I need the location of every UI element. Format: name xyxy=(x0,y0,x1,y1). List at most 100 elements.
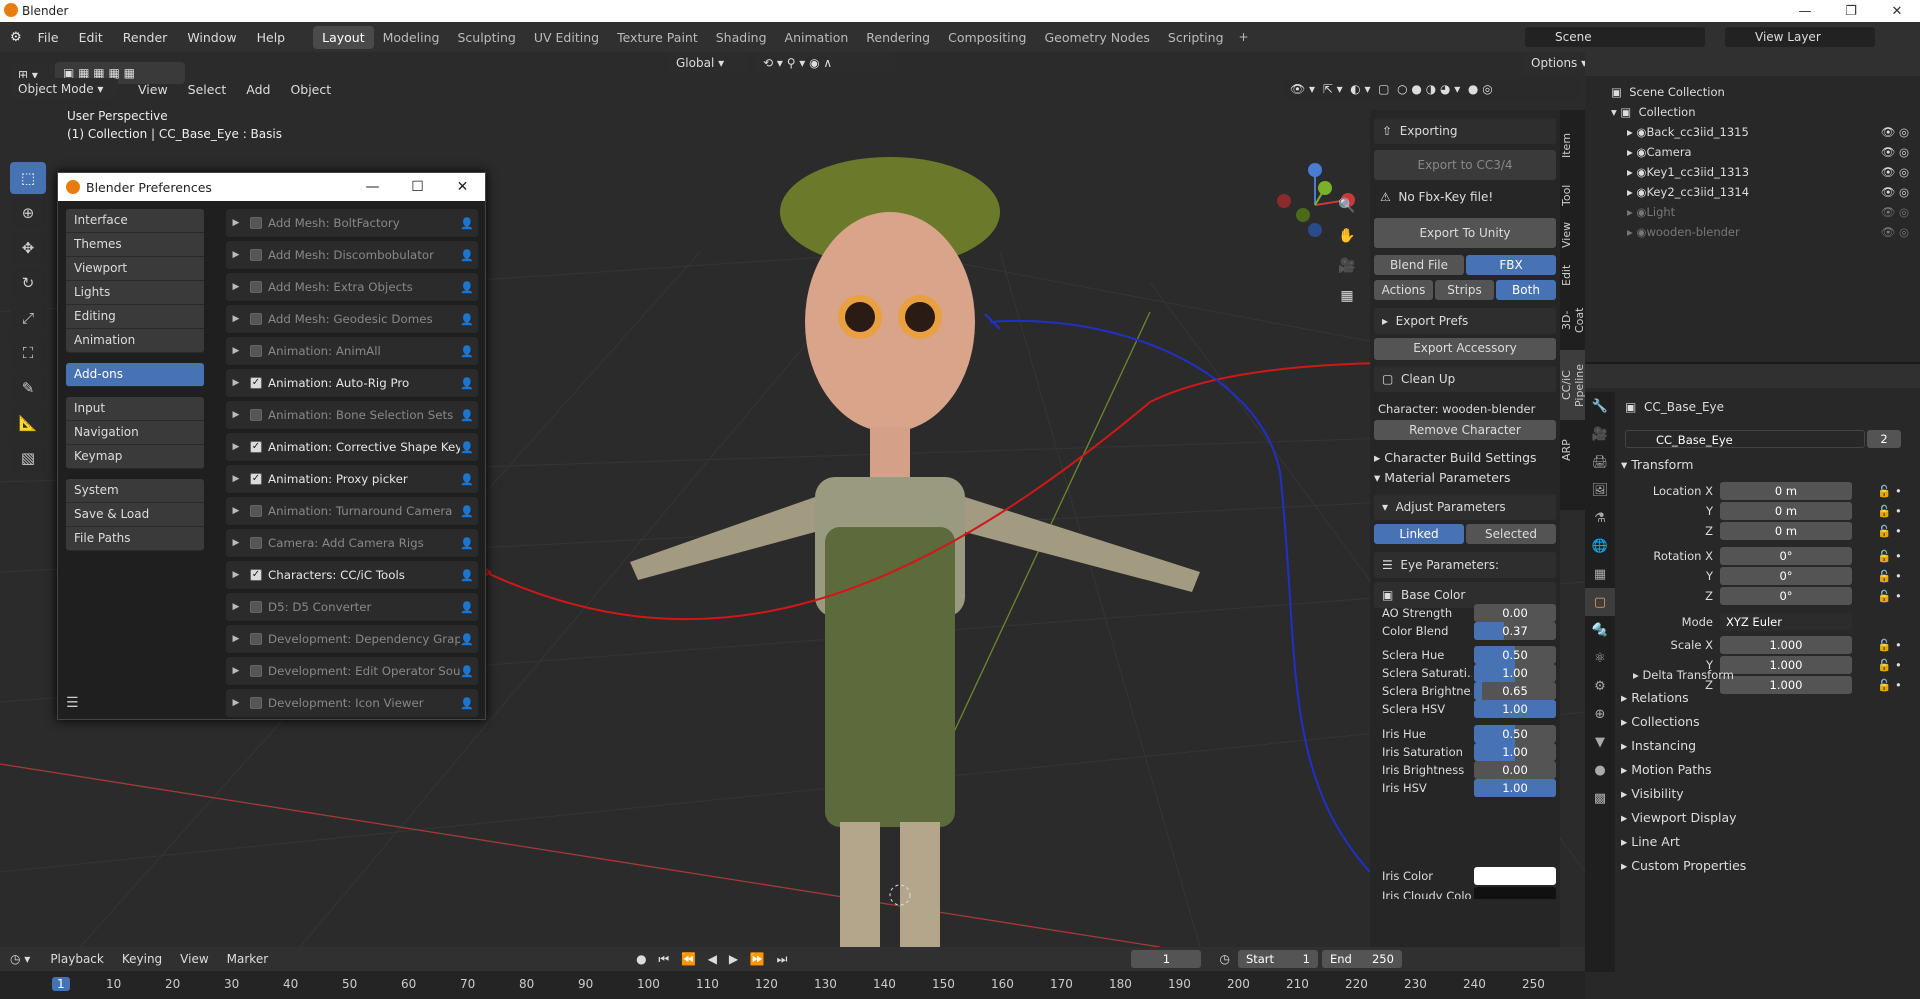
addon-checkbox[interactable] xyxy=(250,505,262,517)
tab-uv-editing[interactable]: UV Editing xyxy=(525,26,608,49)
properties-section-viewport-display[interactable]: ▸ Viewport Display xyxy=(1621,810,1737,825)
blend-file-toggle[interactable]: Blend File xyxy=(1374,255,1464,275)
minimize-icon[interactable]: — xyxy=(350,179,395,195)
visibility-eye-icon[interactable]: 👁 ◎ xyxy=(1881,165,1909,179)
addon-row[interactable]: ▶ D5: D5 Converter 👤 xyxy=(226,593,478,621)
addon-row[interactable]: ▶ ✓ Animation: Proxy picker 👤 xyxy=(226,465,478,493)
tab-texture-paint[interactable]: Texture Paint xyxy=(608,26,707,49)
addon-checkbox[interactable] xyxy=(250,281,262,293)
lock-icon[interactable]: 🔓 • xyxy=(1877,549,1902,563)
users-count[interactable]: 2 xyxy=(1867,430,1901,448)
export-cc3-button[interactable]: Export to CC3/4 xyxy=(1374,150,1556,180)
addon-row[interactable]: ▶ ✓ Characters: CC/iC Tools 👤 xyxy=(226,561,478,589)
timeline-menu-playback[interactable]: Playback xyxy=(50,952,104,966)
properties-tab-icon[interactable]: ⚙ xyxy=(1585,672,1615,700)
addon-row[interactable]: ▶ Add Mesh: Geodesic Domes 👤 xyxy=(226,305,478,333)
start-frame-field[interactable]: Start 1 xyxy=(1237,950,1318,968)
actions-toggle[interactable]: Actions xyxy=(1374,280,1433,300)
transform-field[interactable]: 0° xyxy=(1720,587,1852,605)
close-icon[interactable]: ✕ xyxy=(1874,0,1920,22)
properties-tab-icon[interactable]: ▦ xyxy=(1585,560,1615,588)
outliner-header[interactable] xyxy=(1585,52,1920,76)
export-prefs-toggle[interactable]: ▸ Export Prefs xyxy=(1374,308,1556,334)
transform-field[interactable]: 0° xyxy=(1720,547,1852,565)
sidebar-tab-edit[interactable]: Edit xyxy=(1560,260,1585,290)
timeline-menu-keying[interactable]: Keying xyxy=(122,952,162,966)
expand-arrow-icon[interactable]: ▶ xyxy=(226,442,246,452)
close-icon[interactable]: ✕ xyxy=(440,179,485,195)
properties-tab-icon[interactable]: 🔩 xyxy=(1585,616,1615,644)
add-workspace-icon[interactable]: + xyxy=(1239,30,1249,44)
addon-checkbox[interactable] xyxy=(250,697,262,709)
addon-row[interactable]: ▶ Camera: Add Camera Rigs 👤 xyxy=(226,529,478,557)
properties-section-relations[interactable]: ▸ Relations xyxy=(1621,690,1689,705)
timeline-menu-view[interactable]: View xyxy=(180,952,208,966)
properties-tab-icon[interactable]: ⚗ xyxy=(1585,504,1615,532)
param-row[interactable]: Sclera Hue 0.50 xyxy=(1382,646,1557,664)
param-row[interactable]: Iris Hue 0.50 xyxy=(1382,725,1557,743)
preferences-titlebar[interactable]: Blender Preferences — ☐ ✕ xyxy=(58,173,485,201)
properties-tab-icon[interactable]: ▼ xyxy=(1585,728,1615,756)
param-row[interactable]: Iris HSV 1.00 xyxy=(1382,779,1557,797)
sidebar-tab-arp[interactable]: ARP xyxy=(1560,430,1585,470)
addon-row[interactable]: ▶ Development: Edit Operator Sour... 👤 xyxy=(226,657,478,685)
addon-checkbox[interactable] xyxy=(250,537,262,549)
maximize-icon[interactable]: ☐ xyxy=(395,179,440,195)
param-slider[interactable]: 1.00 xyxy=(1474,743,1556,761)
addon-checkbox[interactable]: ✓ xyxy=(250,441,262,453)
properties-tab-icon[interactable]: 🌐 xyxy=(1585,532,1615,560)
expand-arrow-icon[interactable]: ▶ xyxy=(226,218,246,228)
tab-shading[interactable]: Shading xyxy=(707,26,776,49)
export-accessory-button[interactable]: Export Accessory xyxy=(1374,338,1556,360)
outliner-item[interactable]: ▸ ◉ Light 👁 ◎ xyxy=(1627,202,1917,222)
outliner-item[interactable]: ▸ ◉ Key1_cc3iid_1313 👁 ◎ xyxy=(1627,162,1917,182)
outliner-item[interactable]: ▸ ◉ wooden-blender 👁 ◎ xyxy=(1627,222,1917,242)
addon-row[interactable]: ▶ Animation: Bone Selection Sets 👤 xyxy=(226,401,478,429)
addon-checkbox[interactable] xyxy=(250,409,262,421)
lock-icon[interactable]: 🔓 • xyxy=(1877,589,1902,603)
properties-section-motion-paths[interactable]: ▸ Motion Paths xyxy=(1621,762,1712,777)
prefs-nav-system[interactable]: System xyxy=(66,479,204,503)
addon-row[interactable]: ▶ Development: Dependency Grap... 👤 xyxy=(226,625,478,653)
ortho-grid-icon[interactable]: ▦ xyxy=(1335,284,1359,308)
addon-row[interactable]: ▶ Development: Icon Viewer 👤 xyxy=(226,689,478,717)
menu-help[interactable]: Help xyxy=(247,30,296,45)
outliner-item[interactable]: ▸ ◉ Camera 👁 ◎ xyxy=(1627,142,1917,162)
prefs-nav-add-ons[interactable]: Add-ons xyxy=(66,363,204,387)
addon-checkbox[interactable] xyxy=(250,249,262,261)
outliner-item[interactable]: ▸ ◉ Back_cc3iid_1315 👁 ◎ xyxy=(1627,122,1917,142)
expand-arrow-icon[interactable]: ▶ xyxy=(226,314,246,324)
menu-window[interactable]: Window xyxy=(177,30,246,45)
mode-dropdown[interactable]: XYZ Euler xyxy=(1720,613,1852,631)
sidebar-tab-tool[interactable]: Tool xyxy=(1560,180,1585,210)
expand-arrow-icon[interactable]: ▶ xyxy=(226,282,246,292)
linked-toggle[interactable]: Linked xyxy=(1374,524,1464,544)
adjust-params-toggle[interactable]: ▾ Adjust Parameters xyxy=(1374,494,1556,520)
transform-field[interactable]: 0 m xyxy=(1720,522,1852,540)
scene-collection-row[interactable]: ▣ Scene Collection xyxy=(1611,82,1725,102)
expand-arrow-icon[interactable]: ▶ xyxy=(226,474,246,484)
sidebar-tab-view[interactable]: View xyxy=(1560,220,1585,250)
delta-transform-section[interactable]: ▸ Delta Transform xyxy=(1633,668,1734,682)
sidebar-tab-3d-coat[interactable]: 3D-Coat xyxy=(1560,300,1585,340)
lock-icon[interactable]: 🔓 • xyxy=(1877,504,1902,518)
properties-section-collections[interactable]: ▸ Collections xyxy=(1621,714,1700,729)
expand-arrow-icon[interactable]: ▶ xyxy=(226,634,246,644)
tab-modeling[interactable]: Modeling xyxy=(374,26,449,49)
sidebar-tab-cc-ic-pipeline[interactable]: CC/iC Pipeline xyxy=(1560,350,1585,420)
expand-arrow-icon[interactable]: ▶ xyxy=(226,570,246,580)
addon-checkbox[interactable] xyxy=(250,665,262,677)
tab-compositing[interactable]: Compositing xyxy=(939,26,1035,49)
minimize-icon[interactable]: — xyxy=(1782,0,1828,22)
addon-row[interactable]: ▶ Add Mesh: Discombobulator 👤 xyxy=(226,241,478,269)
prefs-nav-input[interactable]: Input xyxy=(66,397,204,421)
param-row[interactable]: Iris Saturation 1.00 xyxy=(1382,743,1557,761)
data-name-field[interactable]: CC_Base_Eye xyxy=(1625,430,1865,448)
properties-tab-icon[interactable]: 🖼 xyxy=(1585,476,1615,504)
visibility-eye-icon[interactable]: 👁 ◎ xyxy=(1881,205,1909,219)
transform-field[interactable]: 0 m xyxy=(1720,482,1852,500)
pan-hand-icon[interactable]: ✋ xyxy=(1335,224,1359,248)
addon-checkbox[interactable] xyxy=(250,633,262,645)
expand-arrow-icon[interactable]: ▶ xyxy=(226,506,246,516)
tab-animation[interactable]: Animation xyxy=(776,26,858,49)
